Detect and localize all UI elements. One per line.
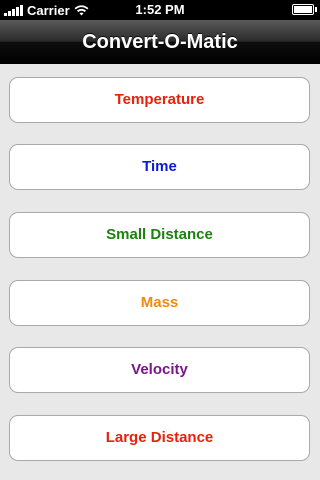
nav-title: Convert-O-Matic bbox=[82, 31, 238, 53]
navigation-bar: Convert-O-Matic bbox=[0, 20, 320, 64]
velocity-button[interactable]: Velocity bbox=[9, 347, 310, 393]
battery-icon bbox=[292, 4, 314, 15]
status-time: 1:52 PM bbox=[135, 2, 185, 17]
temperature-button[interactable]: Temperature bbox=[9, 77, 310, 123]
battery-nub bbox=[315, 7, 317, 12]
conversion-menu: Temperature Time Small Distance Mass Vel… bbox=[0, 64, 320, 480]
time-button[interactable]: Time bbox=[9, 144, 310, 190]
small-distance-button[interactable]: Small Distance bbox=[9, 212, 310, 258]
status-bar: Carrier 1:52 PM bbox=[0, 0, 320, 20]
mass-button[interactable]: Mass bbox=[9, 280, 310, 326]
battery-fill bbox=[294, 6, 312, 13]
large-distance-button[interactable]: Large Distance bbox=[9, 415, 310, 461]
